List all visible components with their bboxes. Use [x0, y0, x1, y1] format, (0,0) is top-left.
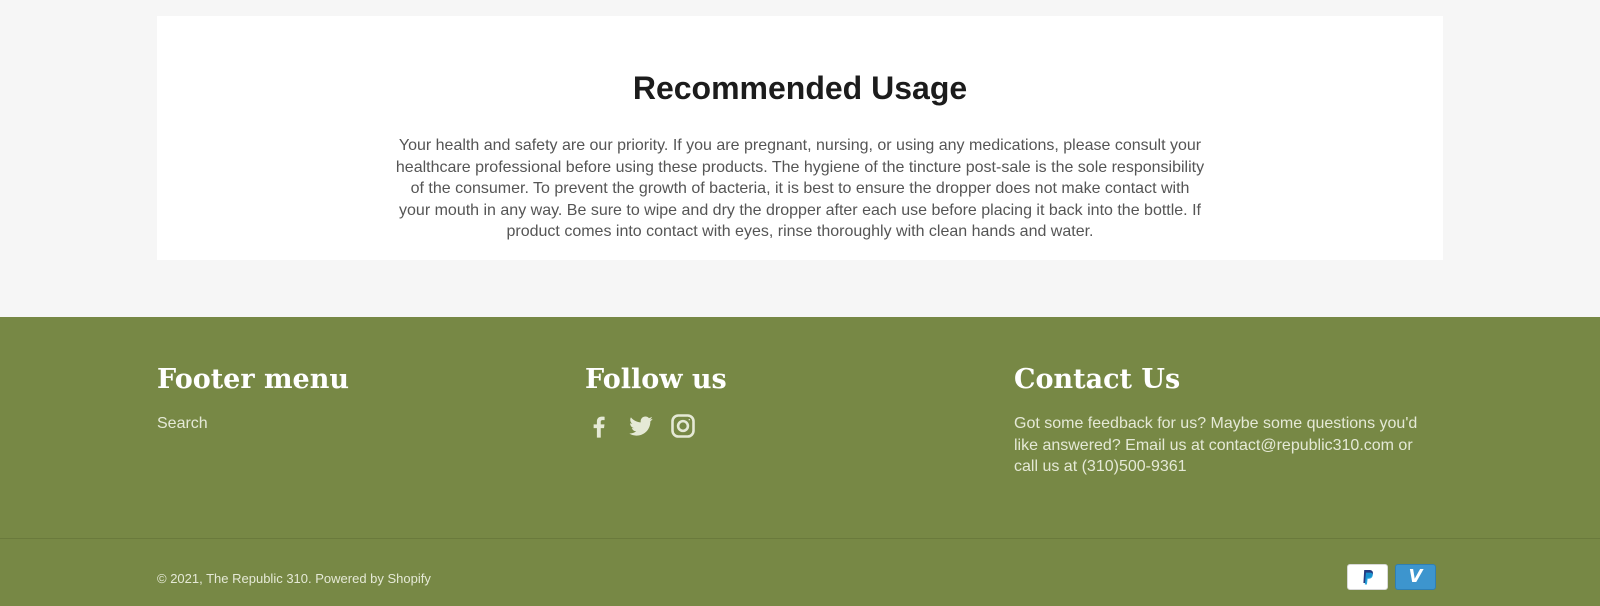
copyright-prefix: © 2021, — [157, 571, 207, 586]
paypal-icon — [1347, 564, 1388, 590]
footer-menu-heading: Footer menu — [157, 364, 349, 395]
main-content-area: Recommended Usage Your health and safety… — [0, 0, 1600, 317]
follow-us-column: Follow us — [585, 362, 985, 440]
instagram-icon[interactable] — [669, 412, 697, 440]
usage-description: Your health and safety are our priority.… — [395, 137, 1205, 240]
copyright-notice: © 2021, The Republic 310. Powered by Sho… — [157, 570, 431, 588]
site-footer: Footer menu Search Follow us Contact Us … — [0, 317, 1600, 606]
footer-divider — [0, 538, 1600, 539]
powered-by-shopify-link[interactable]: Powered by Shopify — [315, 571, 431, 586]
contact-us-text: Got some feedback for us? Maybe some que… — [1014, 415, 1418, 475]
usage-title: Recommended Usage — [632, 70, 968, 106]
footer-link-search[interactable]: Search — [157, 413, 208, 435]
social-links — [585, 412, 985, 440]
footer-menu-column: Footer menu Search — [157, 362, 557, 435]
follow-us-heading: Follow us — [585, 364, 727, 395]
venmo-icon: V — [1395, 564, 1436, 590]
facebook-icon[interactable] — [585, 412, 613, 440]
contact-us-column: Contact Us Got some feedback for us? May… — [1014, 362, 1417, 478]
payment-methods: V — [1347, 564, 1436, 590]
venmo-glyph: V — [1408, 566, 1423, 587]
recommended-usage-card: Recommended Usage Your health and safety… — [157, 16, 1443, 260]
twitter-icon[interactable] — [627, 412, 655, 440]
contact-us-heading: Contact Us — [1014, 364, 1181, 395]
store-name-link[interactable]: The Republic 310 — [206, 571, 308, 586]
